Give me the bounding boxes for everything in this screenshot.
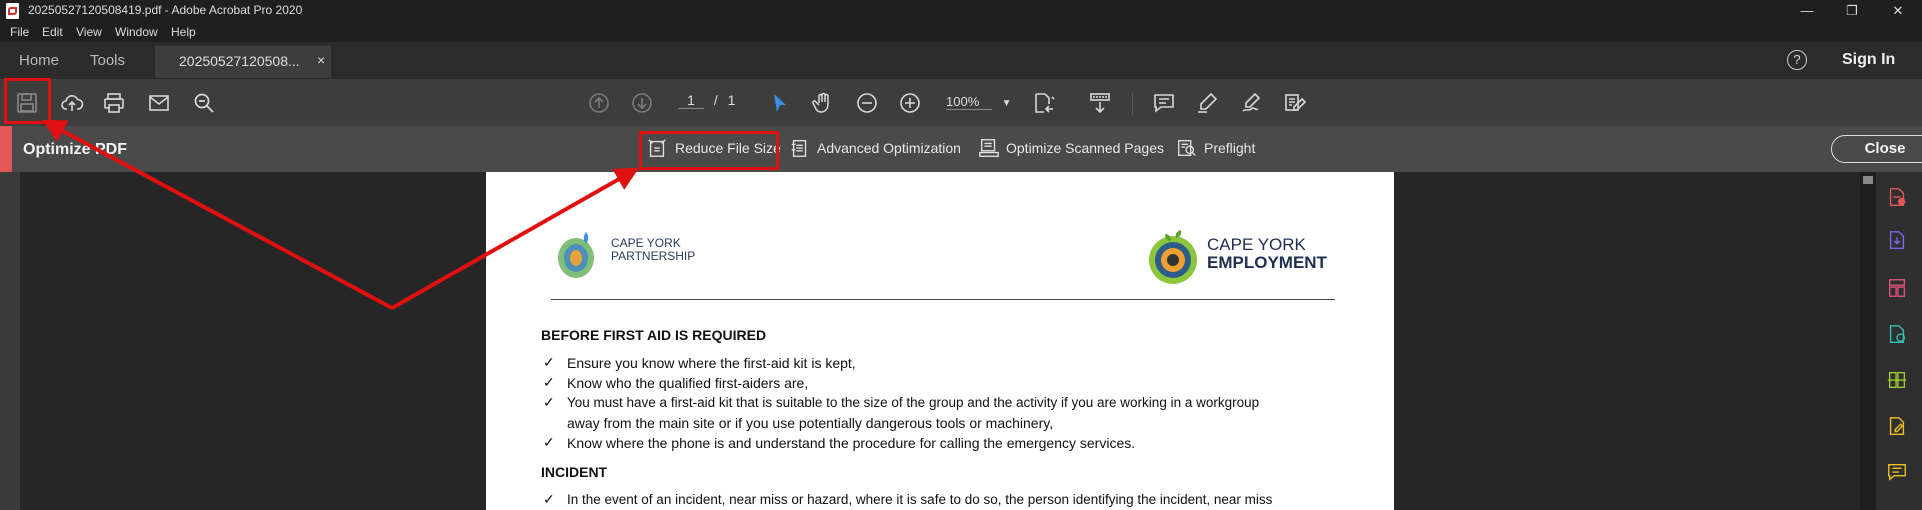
annotation-arrows (41, 119, 640, 310)
